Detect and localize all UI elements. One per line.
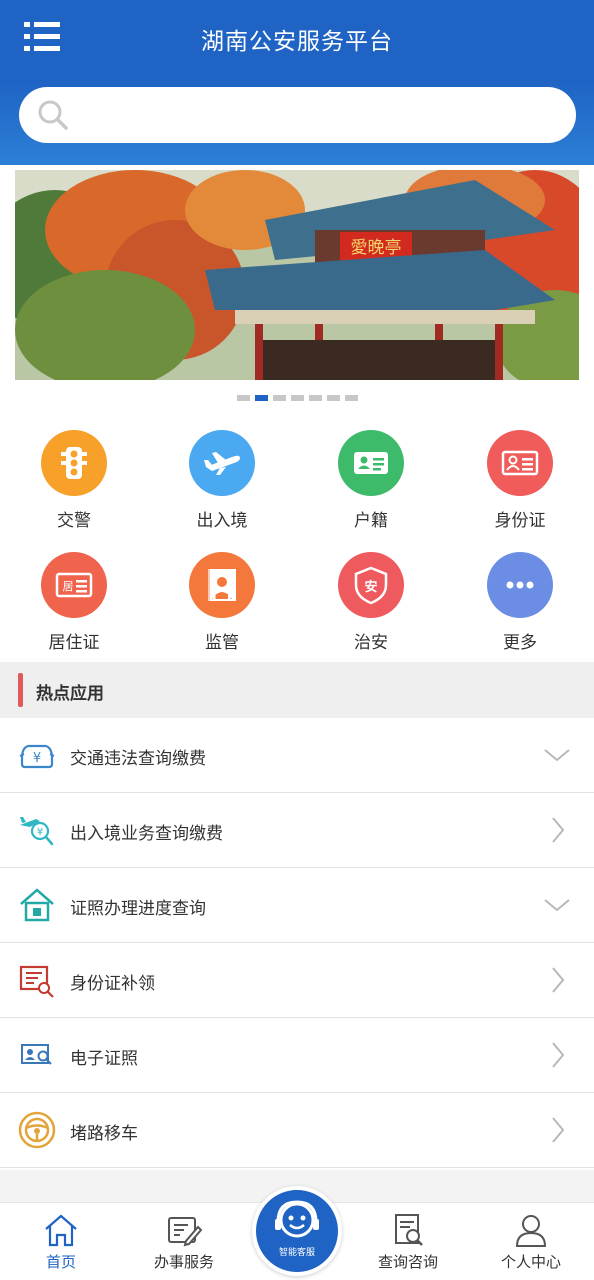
list-item-label: 堵路移车 bbox=[70, 1124, 138, 1144]
list-item[interactable]: 堵路移车 bbox=[0, 1093, 594, 1168]
service-household[interactable]: 户籍 bbox=[297, 428, 445, 538]
hot-apps-header: 热点应用 bbox=[0, 662, 594, 718]
list-item[interactable]: ¥ 交通违法查询缴费 bbox=[0, 718, 594, 793]
list-item[interactable]: ¥ 出入境业务查询缴费 bbox=[0, 793, 594, 868]
nav-inquiry[interactable]: 查询咨询 bbox=[348, 1213, 468, 1272]
carousel-dot[interactable] bbox=[236, 395, 250, 401]
steering-wheel-icon bbox=[18, 1111, 56, 1149]
list-item-label: 出入境业务查询缴费 bbox=[70, 824, 223, 844]
search-icon bbox=[37, 99, 69, 131]
carousel-dot[interactable] bbox=[308, 395, 322, 401]
nav-home[interactable]: 首页 bbox=[1, 1213, 121, 1272]
traffic-light-icon bbox=[41, 430, 107, 496]
service-supervision[interactable]: 监管 bbox=[148, 550, 296, 660]
list-item[interactable]: 证照办理进度查询 bbox=[0, 868, 594, 943]
section-accent-bar bbox=[18, 673, 23, 707]
service-label: 治安 bbox=[354, 633, 388, 653]
nav-label: 个人中心 bbox=[500, 1253, 561, 1271]
chevron-right-icon bbox=[544, 1042, 570, 1068]
service-label: 监管 bbox=[205, 633, 239, 653]
list-item-label: 身份证补领 bbox=[70, 974, 155, 994]
id-card-icon bbox=[487, 430, 553, 496]
list-item-label: 电子证照 bbox=[70, 1049, 138, 1069]
chevron-right-icon bbox=[544, 817, 570, 843]
nav-label: 首页 bbox=[45, 1253, 76, 1271]
exit-entry-search-icon: ¥ bbox=[18, 811, 56, 849]
service-traffic-police[interactable]: 交警 bbox=[0, 428, 148, 538]
document-search-icon bbox=[395, 1214, 423, 1246]
svg-text:¥: ¥ bbox=[37, 827, 43, 838]
nav-label: 查询咨询 bbox=[377, 1253, 438, 1271]
user-icon bbox=[515, 1215, 547, 1247]
service-label: 身份证 bbox=[494, 511, 546, 531]
service-public-security[interactable]: 安 治安 bbox=[297, 550, 445, 660]
service-label: 出入境 bbox=[196, 511, 248, 531]
list-item-label: 证照办理进度查询 bbox=[70, 899, 206, 919]
service-more[interactable]: 更多 bbox=[446, 550, 594, 660]
airplane-icon bbox=[189, 430, 255, 496]
nav-profile[interactable]: 个人中心 bbox=[471, 1213, 591, 1272]
nav-label: 办事服务 bbox=[153, 1253, 214, 1271]
service-exit-entry[interactable]: 出入境 bbox=[148, 428, 296, 538]
chevron-down-icon bbox=[544, 892, 570, 918]
residence-permit-icon: 居 bbox=[41, 552, 107, 618]
home-icon bbox=[45, 1214, 77, 1247]
carousel-dot[interactable] bbox=[344, 395, 358, 401]
pavilion-banner-image: 愛晚亭 bbox=[15, 170, 579, 380]
section-title: 热点应用 bbox=[36, 684, 104, 704]
header: 湖南公安服务平台 bbox=[0, 0, 594, 165]
smart-customer-service-button[interactable]: 智能客服 bbox=[252, 1186, 342, 1276]
svg-text:安: 安 bbox=[364, 579, 377, 595]
detention-icon bbox=[189, 552, 255, 618]
service-label: 居住证 bbox=[48, 633, 100, 653]
document-edit-icon bbox=[168, 1217, 202, 1247]
car-fine-icon: ¥ bbox=[18, 736, 56, 774]
list-item[interactable]: 身份证补领 bbox=[0, 943, 594, 1018]
center-button-label: 智能客服 bbox=[278, 1248, 315, 1258]
carousel-dot[interactable] bbox=[326, 395, 340, 401]
app-title: 湖南公安服务平台 bbox=[201, 29, 393, 55]
carousel-indicator bbox=[0, 395, 594, 403]
chevron-down-icon bbox=[544, 742, 570, 768]
service-residence-permit[interactable]: 居 居住证 bbox=[0, 550, 148, 660]
list-item[interactable]: 电子证照 bbox=[0, 1018, 594, 1093]
banner-carousel[interactable]: 愛晚亭 bbox=[15, 170, 579, 380]
chevron-right-icon bbox=[544, 1117, 570, 1143]
service-id-card[interactable]: 身份证 bbox=[446, 428, 594, 538]
e-license-icon bbox=[18, 1036, 56, 1074]
more-icon bbox=[487, 552, 553, 618]
chevron-right-icon bbox=[544, 967, 570, 993]
service-label: 更多 bbox=[503, 633, 537, 653]
nav-services[interactable]: 办事服务 bbox=[124, 1213, 244, 1272]
carousel-dot-active[interactable] bbox=[254, 395, 268, 401]
service-label: 户籍 bbox=[354, 511, 388, 531]
customer-service-icon bbox=[275, 1200, 319, 1238]
carousel-dot[interactable] bbox=[272, 395, 286, 401]
security-shield-icon: 安 bbox=[338, 552, 404, 618]
svg-text:愛晚亭: 愛晚亭 bbox=[351, 238, 402, 258]
house-progress-icon bbox=[18, 886, 56, 924]
top-bar: 湖南公安服务平台 bbox=[0, 0, 594, 75]
service-label: 交警 bbox=[57, 511, 91, 531]
svg-text:¥: ¥ bbox=[33, 751, 41, 766]
id-reissue-icon bbox=[18, 961, 56, 999]
household-card-icon bbox=[338, 430, 404, 496]
carousel-dot[interactable] bbox=[290, 395, 304, 401]
search-input[interactable] bbox=[19, 87, 576, 143]
list-item-label: 交通违法查询缴费 bbox=[70, 749, 206, 769]
svg-text:居: 居 bbox=[63, 580, 74, 593]
